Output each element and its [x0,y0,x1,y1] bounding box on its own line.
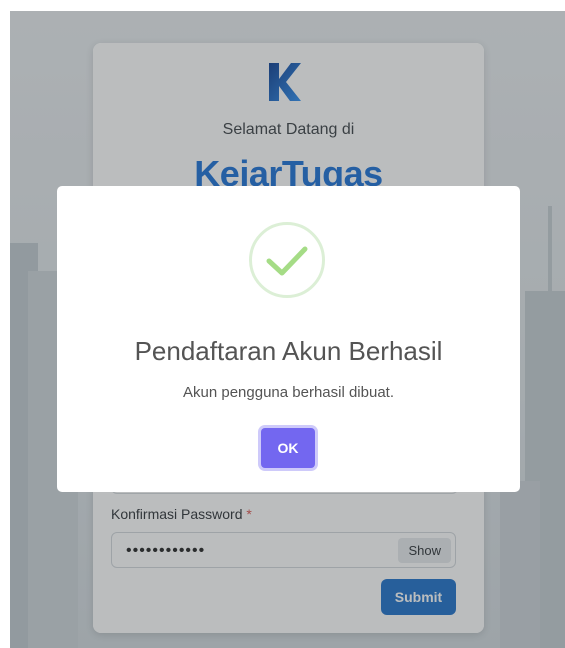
success-check-icon [249,222,325,298]
success-dialog: Pendaftaran Akun Berhasil Akun pengguna … [57,186,520,492]
dialog-title: Pendaftaran Akun Berhasil [134,336,443,366]
ok-button[interactable]: OK [261,428,315,468]
dialog-message: Akun pengguna berhasil dibuat. [183,384,394,401]
